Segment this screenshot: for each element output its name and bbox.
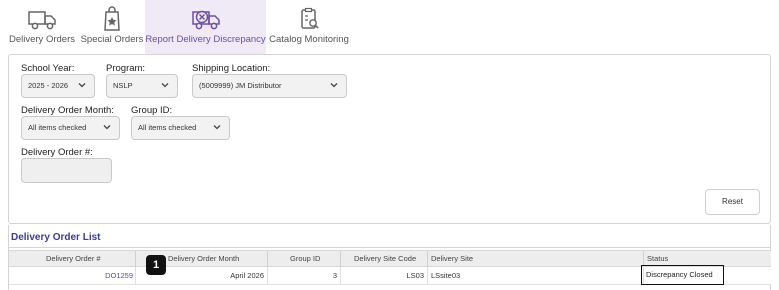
- chevron-down-icon: [161, 83, 169, 88]
- program-value: NSLP: [113, 81, 133, 90]
- order-number-cell: DO1259: [9, 267, 136, 285]
- column-header-delivery-order-number[interactable]: Delivery Order #: [9, 251, 136, 267]
- delivery-order-list-title: Delivery Order List: [11, 232, 101, 243]
- delivery-order-link[interactable]: DO1259: [105, 271, 133, 280]
- column-header-delivery-site[interactable]: Delivery Site: [428, 251, 644, 267]
- shipping-location-select[interactable]: (5009999) JM Distributor: [192, 74, 347, 98]
- nav-delivery-orders-label: Delivery Orders: [9, 34, 75, 45]
- clipboard-search-icon: [301, 7, 319, 29]
- group-id-select[interactable]: All items checked: [131, 116, 230, 140]
- group-id-label: Group ID:: [131, 105, 173, 116]
- status-value-highlight: Discrepancy Closed: [641, 265, 724, 285]
- shipping-location-value: (5009999) JM Distributor: [199, 81, 282, 90]
- chevron-down-icon: [78, 83, 86, 88]
- column-header-delivery-site-code[interactable]: Delivery Site Code: [341, 251, 428, 267]
- site-cell: LSsite03: [428, 267, 644, 285]
- reset-button[interactable]: Reset: [705, 189, 760, 215]
- delivery-order-month-value: All items checked: [28, 123, 87, 132]
- nav-report-delivery-discrepancy[interactable]: Report Delivery Discrepancy: [145, 0, 266, 54]
- column-header-group-id[interactable]: Group ID: [268, 251, 341, 267]
- truck-discrepancy-icon: [191, 10, 220, 30]
- group-id-cell: 3: [268, 267, 341, 285]
- delivery-order-list-panel: Delivery Order List Delivery Order # Del…: [8, 225, 771, 290]
- nav-delivery-orders[interactable]: Delivery Orders: [6, 0, 78, 54]
- divider: [9, 247, 770, 248]
- delivery-order-month-select[interactable]: All items checked: [21, 116, 120, 140]
- group-id-value: All items checked: [138, 123, 197, 132]
- step-number-badge: 1: [146, 255, 166, 275]
- nav-catalog-monitoring-label: Catalog Monitoring: [269, 34, 349, 45]
- nav-catalog-monitoring[interactable]: Catalog Monitoring: [268, 0, 350, 54]
- chevron-down-icon: [213, 125, 221, 130]
- school-year-value: 2025 - 2026: [28, 81, 69, 90]
- special-bag-icon: [104, 6, 120, 31]
- nav-special-orders-label: Special Orders: [80, 34, 144, 45]
- filter-panel: School Year: 2025 - 2026 Program: NSLP S…: [8, 54, 771, 224]
- nav-special-orders[interactable]: Special Orders: [80, 0, 144, 54]
- site-code-cell: LS03: [341, 267, 428, 285]
- nav-report-delivery-discrepancy-label: Report Delivery Discrepancy: [145, 34, 266, 45]
- shipping-location-label: Shipping Location:: [192, 63, 271, 74]
- truck-icon: [28, 11, 56, 30]
- school-year-select[interactable]: 2025 - 2026: [21, 74, 95, 98]
- school-year-label: School Year:: [21, 63, 75, 74]
- program-select[interactable]: NSLP: [106, 74, 178, 98]
- chevron-down-icon: [103, 125, 111, 130]
- top-navigation: Delivery Orders Special Orders Report De…: [0, 0, 779, 54]
- delivery-order-month-label: Delivery Order Month:: [21, 105, 114, 116]
- program-label: Program:: [106, 63, 146, 74]
- delivery-order-number-input[interactable]: [21, 158, 112, 183]
- chevron-down-icon: [330, 83, 338, 88]
- delivery-order-number-label: Delivery Order #:: [21, 147, 93, 158]
